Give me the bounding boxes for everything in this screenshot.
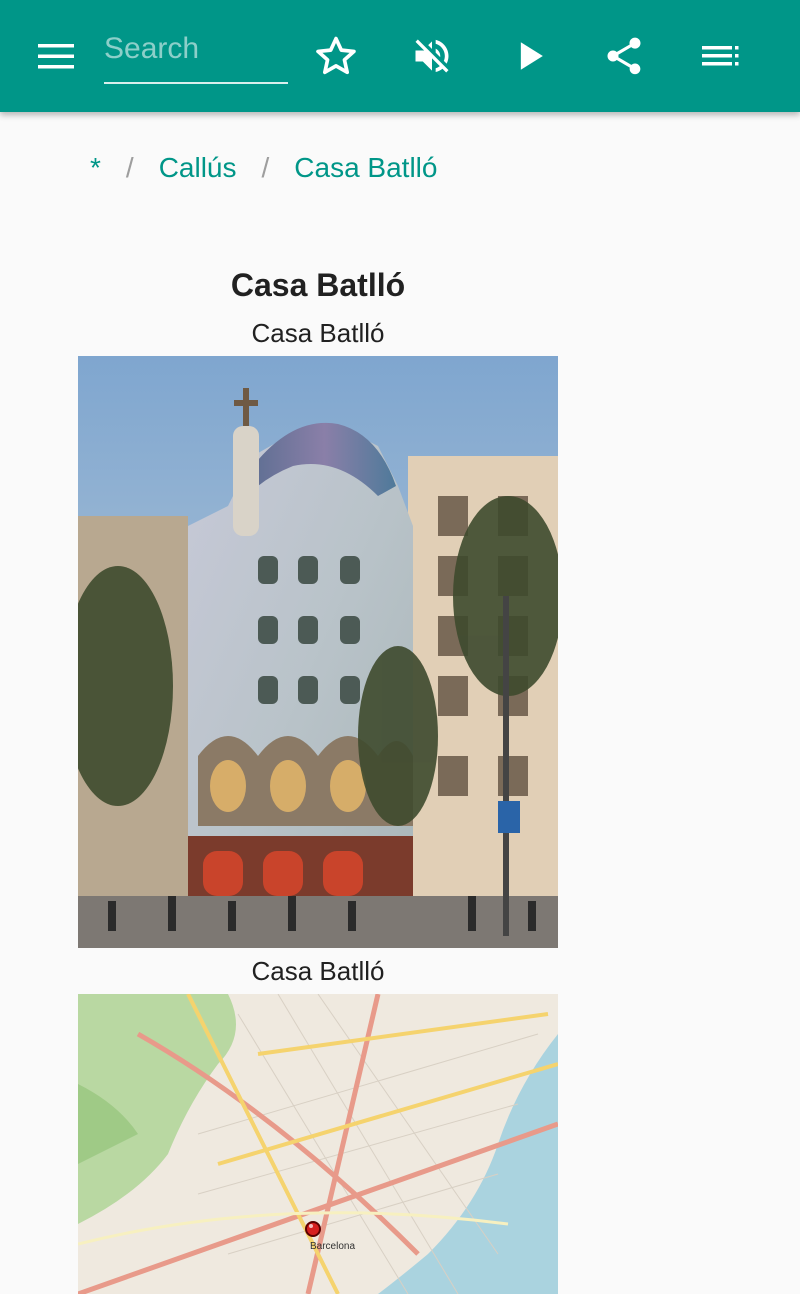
- share-button[interactable]: [596, 28, 652, 84]
- search-input[interactable]: [104, 24, 288, 74]
- favorite-button[interactable]: [308, 28, 364, 84]
- search-field[interactable]: [104, 24, 288, 84]
- article-content: Casa Batlló Casa Batlló Casa Batlló Barc…: [78, 260, 558, 1294]
- breadcrumb-item-current[interactable]: Casa Batlló: [294, 152, 437, 184]
- article-title: Casa Batlló: [230, 267, 406, 303]
- image-caption: Casa Batlló: [251, 318, 385, 348]
- playlist-icon: [702, 46, 739, 66]
- breadcrumb-separator: /: [261, 152, 270, 183]
- mute-button[interactable]: [404, 28, 460, 84]
- breadcrumb: * / Callús / Casa Batlló: [90, 146, 437, 190]
- casa-batllo-photo-illustration: [78, 356, 558, 948]
- map-illustration: Barcelona: [78, 994, 558, 1294]
- share-icon: [607, 37, 641, 75]
- location-map[interactable]: Barcelona: [78, 994, 558, 1294]
- app-toolbar: [0, 0, 800, 112]
- play-icon: [520, 42, 543, 70]
- menu-button[interactable]: [28, 28, 84, 84]
- breadcrumb-item-callus[interactable]: Callús: [159, 152, 237, 184]
- play-button[interactable]: [502, 28, 558, 84]
- map-caption: Casa Batlló: [251, 956, 385, 986]
- breadcrumb-item-root[interactable]: *: [90, 152, 101, 184]
- article-photo[interactable]: [78, 356, 558, 948]
- menu-icon: [38, 44, 74, 69]
- map-city-label: Barcelona: [310, 1241, 355, 1252]
- volume-off-icon: [415, 39, 449, 73]
- playlist-button[interactable]: [692, 28, 748, 84]
- breadcrumb-separator: /: [125, 152, 134, 183]
- star-outline-icon: [316, 36, 356, 75]
